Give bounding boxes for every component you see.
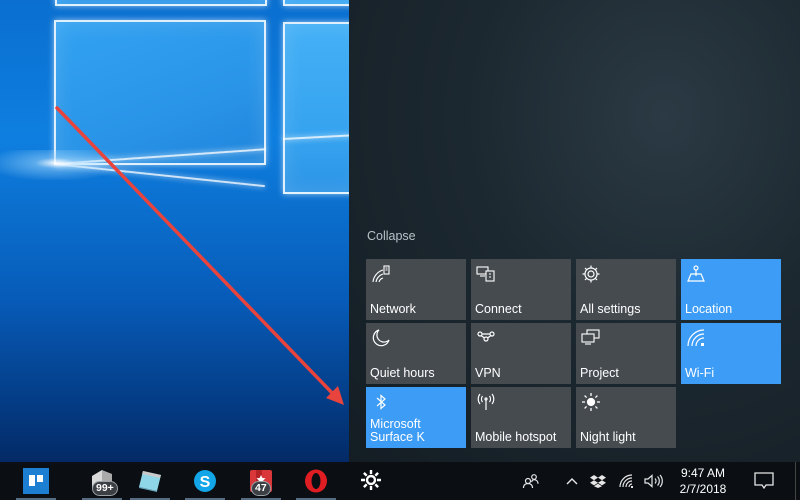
wallpaper-window-pane bbox=[283, 0, 349, 6]
notification-count-badge: 47 bbox=[251, 481, 271, 496]
collapse-button[interactable]: Collapse bbox=[367, 229, 416, 243]
quick-action-label: Network bbox=[370, 302, 416, 316]
quick-action-connect[interactable]: Connect bbox=[471, 259, 571, 320]
volume-icon bbox=[644, 474, 663, 488]
quick-action-location[interactable]: Location bbox=[681, 259, 781, 320]
skype-icon: S bbox=[192, 468, 218, 499]
vpn-icon bbox=[476, 328, 496, 348]
taskbar-app-trello[interactable] bbox=[12, 462, 60, 500]
chevron-up-icon bbox=[566, 478, 578, 485]
quick-action-project[interactable]: Project bbox=[576, 323, 676, 384]
show-desktop-button[interactable] bbox=[795, 462, 800, 500]
opera-icon bbox=[303, 468, 329, 499]
desktop-wallpaper bbox=[0, 0, 349, 462]
quick-action-label: Mobile hotspot bbox=[475, 430, 557, 444]
wifi-icon bbox=[619, 474, 633, 488]
gear-icon bbox=[359, 468, 383, 497]
quick-action-label: Night light bbox=[580, 430, 636, 444]
wallpaper-window-pane bbox=[55, 0, 267, 6]
wifi-icon bbox=[686, 328, 706, 348]
wallpaper-window-pane bbox=[54, 20, 266, 165]
taskbar: 99+ S 47 9:47 AM 2/7/2018 bbox=[0, 462, 800, 500]
quick-action-label: Microsoft Surface K bbox=[370, 417, 425, 444]
show-hidden-icons-button[interactable] bbox=[562, 462, 582, 500]
action-center-panel: Collapse Network Connect All settings Locat… bbox=[349, 0, 800, 462]
notification-count-badge: 99+ bbox=[92, 481, 118, 496]
quick-action-wi-fi[interactable]: Wi-Fi bbox=[681, 323, 781, 384]
quick-action-label: Wi-Fi bbox=[685, 366, 715, 380]
quick-action-network[interactable]: Network bbox=[366, 259, 466, 320]
quick-action-quiet-hours[interactable]: Quiet hours bbox=[366, 323, 466, 384]
clock[interactable]: 9:47 AM 2/7/2018 bbox=[672, 465, 734, 497]
clock-time: 9:47 AM bbox=[680, 466, 726, 480]
dropbox-tray-button[interactable] bbox=[587, 462, 609, 500]
trello-icon bbox=[23, 468, 49, 499]
quick-action-label: All settings bbox=[580, 302, 641, 316]
volume-tray-button[interactable] bbox=[642, 462, 666, 500]
network-icon bbox=[371, 264, 391, 284]
action-center-icon bbox=[754, 472, 774, 490]
wallpaper-glow bbox=[0, 150, 120, 180]
wallpaper-window-pane bbox=[283, 22, 349, 194]
taskbar-app-opera[interactable] bbox=[292, 462, 340, 500]
taskbar-app-mail[interactable]: 99+ bbox=[78, 462, 126, 500]
connect-icon bbox=[476, 264, 496, 284]
quick-action-label: Location bbox=[685, 302, 733, 316]
people-icon bbox=[522, 474, 539, 489]
quick-action-label: Quiet hours bbox=[370, 366, 435, 380]
quick-action-mobile-hotspot[interactable]: Mobile hotspot bbox=[471, 387, 571, 448]
quick-action-night-light[interactable]: Night light bbox=[576, 387, 676, 448]
quick-action-all-settings[interactable]: All settings bbox=[576, 259, 676, 320]
taskbar-app-settings[interactable] bbox=[348, 462, 396, 500]
hotspot-icon bbox=[476, 392, 496, 412]
dropbox-icon bbox=[590, 475, 606, 488]
taskbar-app-skype[interactable]: S bbox=[181, 462, 229, 500]
quick-action-label: VPN bbox=[475, 366, 501, 380]
people-button[interactable] bbox=[518, 462, 544, 500]
brightness-icon bbox=[581, 392, 601, 412]
taskbar-app-notepad[interactable] bbox=[126, 462, 174, 500]
quick-action-label: Project bbox=[580, 366, 619, 380]
gear-icon bbox=[581, 264, 601, 284]
svg-text:S: S bbox=[200, 474, 211, 491]
action-center-button[interactable] bbox=[744, 462, 784, 500]
taskbar-app-wunderlist[interactable]: 47 bbox=[237, 462, 285, 500]
quick-action-vpn[interactable]: VPN bbox=[471, 323, 571, 384]
bluetooth-icon bbox=[371, 392, 391, 412]
moon-icon bbox=[371, 328, 391, 348]
quick-action-label: Connect bbox=[475, 302, 522, 316]
network-tray-button[interactable] bbox=[616, 462, 638, 500]
location-icon bbox=[686, 264, 706, 284]
quick-action-microsoft-surface-k[interactable]: Microsoft Surface K bbox=[366, 387, 466, 448]
project-icon bbox=[581, 328, 601, 348]
notepad-icon bbox=[137, 468, 165, 499]
clock-date: 2/7/2018 bbox=[679, 482, 727, 496]
